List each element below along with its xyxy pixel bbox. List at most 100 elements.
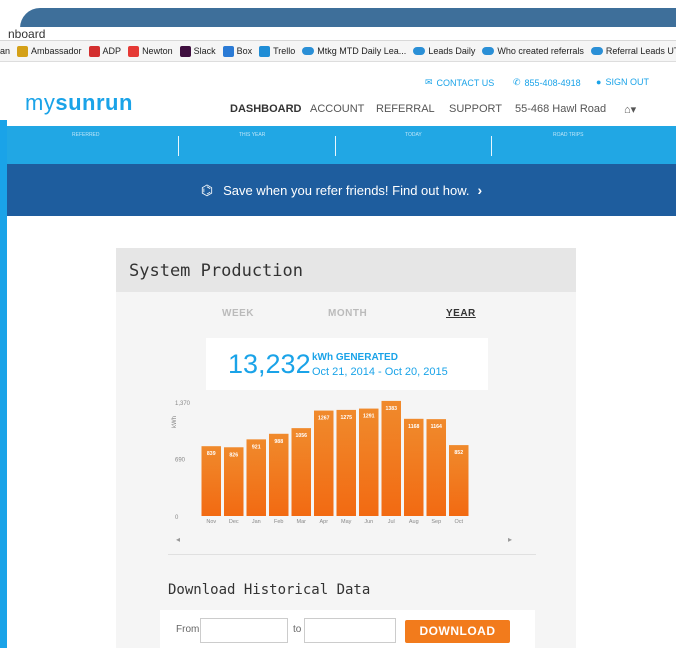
y-tick-label: 1,370: [175, 401, 191, 407]
from-date-input[interactable]: [200, 618, 288, 643]
to-date-input[interactable]: [304, 618, 396, 643]
bookmark-item[interactable]: Leads Daily: [413, 46, 475, 56]
sign-out-link[interactable]: ● SIGN OUT: [596, 77, 649, 87]
site-header: mysunrun ✉ CONTACT US ✆ 855-408-4918 ● S…: [7, 62, 676, 126]
bar-jul: [381, 400, 401, 516]
gift-icon: ⌬: [200, 181, 214, 198]
bookmark-item[interactable]: Mtkg MTD Daily Lea...: [302, 46, 406, 56]
bookmark-item[interactable]: ADP: [88, 45, 122, 57]
bar-data-label: 826: [229, 452, 238, 458]
home-menu[interactable]: ⌂▾: [624, 103, 636, 116]
contact-us-link[interactable]: ✉ CONTACT US: [425, 77, 494, 88]
nav-address[interactable]: 55-468 Hawl Road: [515, 103, 606, 115]
x-tick-label: Oct: [454, 519, 463, 525]
bookmark-label: Newton: [142, 46, 173, 56]
kwh-generated-label: kWh GENERATED: [312, 352, 398, 363]
nav-support[interactable]: SUPPORT: [449, 103, 502, 115]
home-icon: ⌂: [624, 104, 631, 116]
bar-data-label: 1383: [385, 406, 397, 412]
bar-may: [336, 409, 356, 516]
logo-light-text: my: [25, 90, 56, 115]
envelope-icon: ✉: [425, 77, 433, 87]
phone-link[interactable]: ✆ 855-408-4918: [513, 77, 581, 88]
bookmark-label: Mtkg MTD Daily Lea...: [317, 46, 407, 56]
bookmark-label: Ambassador: [31, 46, 82, 56]
bar-sep: [426, 419, 446, 516]
bar-data-label: 988: [274, 439, 283, 445]
x-tick-label: Jul: [388, 519, 395, 525]
ambassador-icon: [17, 45, 29, 57]
bookmark-label: ADP: [102, 46, 122, 56]
adp-icon: [88, 45, 100, 57]
production-chart-svg: 0 690 1,370 kWh 839 Nov 826 Dec 921 Jan 988 Feb 1056…: [172, 400, 469, 525]
bookmark-item[interactable]: Referral Leads UTMs: [590, 46, 676, 56]
bookmark-label: Box: [236, 46, 253, 56]
x-tick-label: Aug: [409, 519, 419, 525]
chevron-right-icon: ›: [477, 182, 483, 198]
chart-scroll[interactable]: ◂ ▸: [176, 535, 516, 545]
trello-icon: [259, 45, 271, 57]
download-button[interactable]: DOWNLOAD: [405, 620, 510, 643]
address-bar[interactable]: nboard: [0, 27, 676, 41]
kwh-total: 13,232: [228, 349, 311, 379]
bar-mar: [291, 428, 311, 516]
x-tick-label: Apr: [319, 519, 328, 525]
generated-summary: 13,232 kWh GENERATED Oct 21, 2014 - Oct …: [206, 338, 488, 390]
browser-tab-bar: [20, 8, 676, 28]
bookmark-item[interactable]: Newton: [128, 45, 173, 57]
cloud-icon: [590, 47, 603, 55]
x-tick-label: May: [341, 519, 352, 525]
scroll-left-icon[interactable]: ◂: [176, 535, 180, 544]
nav-account[interactable]: ACCOUNT: [310, 103, 364, 115]
x-tick-label: Mar: [297, 519, 307, 525]
scroll-right-icon[interactable]: ▸: [508, 535, 512, 544]
tab-year[interactable]: YEAR: [446, 308, 476, 319]
box-icon: [222, 45, 234, 57]
system-production-card: System Production WEEK MONTH YEAR 13,232…: [116, 248, 576, 648]
x-tick-label: Feb: [274, 519, 283, 525]
bookmark-item[interactable]: Trello: [259, 45, 295, 57]
contact-us-label: CONTACT US: [436, 77, 495, 88]
bookmark-item[interactable]: Who created referrals: [482, 46, 584, 56]
refer-banner[interactable]: ⌬ Save when you refer friends! Find out …: [7, 164, 676, 216]
tab-week[interactable]: WEEK: [222, 308, 254, 319]
bookmark-item[interactable]: an: [0, 46, 10, 56]
tab-month[interactable]: MONTH: [328, 308, 367, 319]
bar-data-label: 839: [207, 451, 216, 457]
bookmarks-bar: an Ambassador ADP Newton Slack Box Trello Mtkg …: [0, 41, 676, 62]
browser-top-strip: [0, 0, 676, 28]
download-title: Download Historical Data: [168, 582, 371, 598]
left-accent-bar: [0, 120, 7, 648]
date-range: Oct 21, 2014 - Oct 20, 2015: [312, 366, 448, 378]
newton-icon: [128, 45, 140, 57]
bookmark-item[interactable]: Slack: [179, 45, 216, 57]
bookmark-label: Leads Daily: [428, 46, 476, 56]
bar-data-label: 1291: [363, 414, 375, 420]
from-label: From: [176, 624, 200, 635]
bar-data-label: 921: [252, 444, 261, 450]
stat-label-referred: REFERRED: [72, 132, 100, 138]
y-tick-label: 0: [175, 515, 179, 521]
bar-data-label: 1267: [318, 416, 330, 422]
y-tick-label: 690: [175, 458, 186, 464]
x-tick-label: Jan: [252, 519, 261, 525]
x-tick-label: Nov: [206, 519, 216, 525]
logo-bold-text: sunrun: [55, 90, 133, 115]
bookmark-label: Who created referrals: [497, 46, 584, 56]
bar-data-label: 1168: [408, 424, 419, 430]
chevron-down-icon: ▾: [630, 104, 637, 116]
bookmark-item[interactable]: Box: [222, 45, 253, 57]
card-header: System Production: [116, 248, 576, 292]
divider: [168, 554, 536, 555]
sunrun-logo[interactable]: mysunrun: [25, 90, 133, 116]
production-chart: 0 690 1,370 kWh 839 Nov 826 Dec 921 Jan 988 Feb 1056…: [170, 396, 540, 531]
bar-jan: [246, 439, 266, 516]
bookmark-label: Referral Leads UTMs: [605, 46, 676, 56]
sign-out-label: SIGN OUT: [605, 77, 649, 87]
nav-referral[interactable]: REFERRAL: [376, 103, 435, 115]
bookmark-item[interactable]: Ambassador: [17, 45, 82, 57]
nav-dashboard[interactable]: DASHBOARD: [230, 103, 302, 115]
bookmark-label: an: [0, 46, 11, 56]
page: nboard an Ambassador ADP Newton Slack Box Trel…: [0, 0, 676, 648]
cloud-icon: [413, 47, 426, 55]
